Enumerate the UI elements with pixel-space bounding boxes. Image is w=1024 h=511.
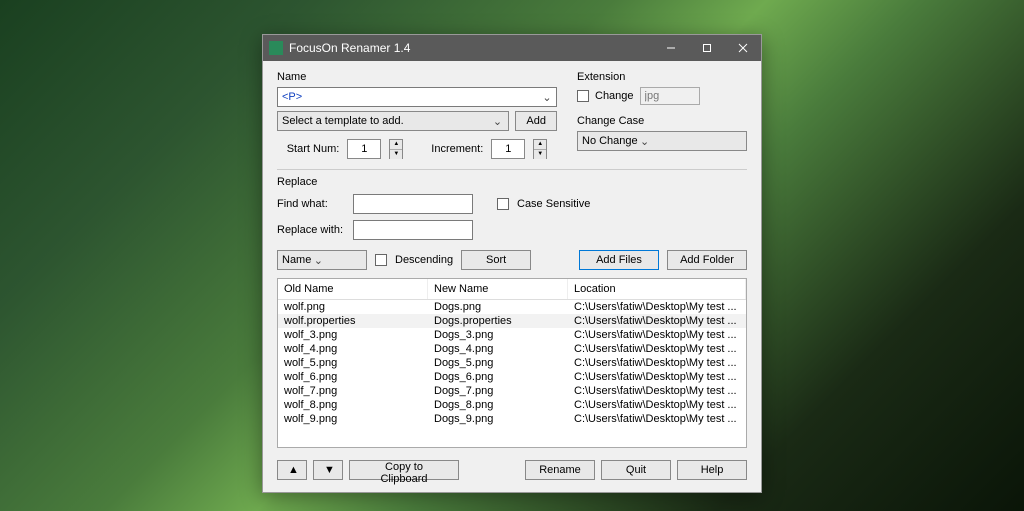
move-down-button[interactable]: ▼: [313, 460, 343, 480]
replace-label: Replace: [277, 176, 747, 188]
close-button[interactable]: [725, 35, 761, 61]
cell-old: wolf.png: [278, 300, 428, 314]
cell-loc: C:\Users\fatiw\Desktop\My test ...: [568, 370, 746, 384]
increment-spinner[interactable]: ▲▼: [533, 139, 547, 159]
chevron-down-icon: ⌄: [311, 254, 325, 267]
separator: [277, 169, 747, 170]
template-select[interactable]: Select a template to add. ⌄: [277, 111, 509, 131]
cell-loc: C:\Users\fatiw\Desktop\My test ...: [568, 300, 746, 314]
add-files-button[interactable]: Add Files: [579, 250, 659, 270]
increment-input[interactable]: [491, 139, 525, 159]
sort-by-select[interactable]: Name ⌄: [277, 250, 367, 270]
col-new-name[interactable]: New Name: [428, 279, 568, 299]
file-list[interactable]: Old Name New Name Location wolf.pngDogs.…: [277, 278, 747, 448]
cell-old: wolf_9.png: [278, 412, 428, 426]
cell-loc: C:\Users\fatiw\Desktop\My test ...: [568, 342, 746, 356]
cell-old: wolf_3.png: [278, 328, 428, 342]
replace-with-input[interactable]: [353, 220, 473, 240]
start-num-label: Start Num:: [287, 143, 340, 155]
col-old-name[interactable]: Old Name: [278, 279, 428, 299]
cell-new: Dogs_7.png: [428, 384, 568, 398]
cell-new: Dogs.png: [428, 300, 568, 314]
start-num-spinner[interactable]: ▲▼: [389, 139, 403, 159]
app-window: FocusOn Renamer 1.4 Name <P> ⌄ Select a …: [262, 34, 762, 493]
content-area: Name <P> ⌄ Select a template to add. ⌄ A…: [263, 61, 761, 492]
change-case-select[interactable]: No Change ⌄: [577, 131, 747, 151]
case-sensitive-label: Case Sensitive: [517, 198, 590, 210]
change-case-value: No Change: [582, 135, 638, 147]
cell-new: Dogs_4.png: [428, 342, 568, 356]
rename-button[interactable]: Rename: [525, 460, 595, 480]
app-icon: [269, 41, 283, 55]
cell-old: wolf.properties: [278, 314, 428, 328]
cell-old: wolf_8.png: [278, 398, 428, 412]
table-row[interactable]: wolf_6.pngDogs_6.pngC:\Users\fatiw\Deskt…: [278, 370, 746, 384]
table-row[interactable]: wolf_8.pngDogs_8.pngC:\Users\fatiw\Deskt…: [278, 398, 746, 412]
chevron-down-icon[interactable]: ⌄: [540, 91, 554, 104]
table-row[interactable]: wolf.propertiesDogs.propertiesC:\Users\f…: [278, 314, 746, 328]
cell-loc: C:\Users\fatiw\Desktop\My test ...: [568, 356, 746, 370]
increment-label: Increment:: [431, 143, 483, 155]
table-row[interactable]: wolf.pngDogs.pngC:\Users\fatiw\Desktop\M…: [278, 300, 746, 314]
extension-label: Extension: [577, 71, 747, 83]
cell-new: Dogs_8.png: [428, 398, 568, 412]
maximize-button[interactable]: [689, 35, 725, 61]
name-value: <P>: [282, 91, 540, 103]
minimize-button[interactable]: [653, 35, 689, 61]
cell-new: Dogs_9.png: [428, 412, 568, 426]
window-controls: [653, 35, 761, 61]
name-input[interactable]: <P> ⌄: [277, 87, 557, 107]
cell-new: Dogs_3.png: [428, 328, 568, 342]
move-up-button[interactable]: ▲: [277, 460, 307, 480]
table-row[interactable]: wolf_5.pngDogs_5.pngC:\Users\fatiw\Deskt…: [278, 356, 746, 370]
start-num-input[interactable]: [347, 139, 381, 159]
cell-old: wolf_4.png: [278, 342, 428, 356]
cell-old: wolf_7.png: [278, 384, 428, 398]
titlebar[interactable]: FocusOn Renamer 1.4: [263, 35, 761, 61]
cell-loc: C:\Users\fatiw\Desktop\My test ...: [568, 328, 746, 342]
name-label: Name: [277, 71, 557, 83]
find-what-label: Find what:: [277, 198, 345, 210]
cell-old: wolf_6.png: [278, 370, 428, 384]
cell-old: wolf_5.png: [278, 356, 428, 370]
copy-clipboard-button[interactable]: Copy to Clipboard: [349, 460, 459, 480]
table-row[interactable]: wolf_9.pngDogs_9.pngC:\Users\fatiw\Deskt…: [278, 412, 746, 426]
cell-new: Dogs_6.png: [428, 370, 568, 384]
cell-loc: C:\Users\fatiw\Desktop\My test ...: [568, 398, 746, 412]
descending-checkbox[interactable]: [375, 254, 387, 266]
change-ext-label: Change: [595, 90, 634, 102]
help-button[interactable]: Help: [677, 460, 747, 480]
add-folder-button[interactable]: Add Folder: [667, 250, 747, 270]
replace-with-label: Replace with:: [277, 224, 345, 236]
change-ext-checkbox[interactable]: [577, 90, 589, 102]
col-location[interactable]: Location: [568, 279, 746, 299]
sort-button[interactable]: Sort: [461, 250, 531, 270]
cell-new: Dogs.properties: [428, 314, 568, 328]
table-row[interactable]: wolf_3.pngDogs_3.pngC:\Users\fatiw\Deskt…: [278, 328, 746, 342]
case-sensitive-checkbox[interactable]: [497, 198, 509, 210]
cell-loc: C:\Users\fatiw\Desktop\My test ...: [568, 412, 746, 426]
cell-loc: C:\Users\fatiw\Desktop\My test ...: [568, 314, 746, 328]
sort-by-value: Name: [282, 254, 311, 266]
descending-label: Descending: [395, 254, 453, 266]
table-row[interactable]: wolf_4.pngDogs_4.pngC:\Users\fatiw\Deskt…: [278, 342, 746, 356]
cell-new: Dogs_5.png: [428, 356, 568, 370]
template-placeholder: Select a template to add.: [282, 115, 490, 127]
quit-button[interactable]: Quit: [601, 460, 671, 480]
extension-input[interactable]: [640, 87, 700, 105]
list-header: Old Name New Name Location: [278, 279, 746, 300]
add-template-button[interactable]: Add: [515, 111, 557, 131]
table-row[interactable]: wolf_7.pngDogs_7.pngC:\Users\fatiw\Deskt…: [278, 384, 746, 398]
find-what-input[interactable]: [353, 194, 473, 214]
list-body: wolf.pngDogs.pngC:\Users\fatiw\Desktop\M…: [278, 300, 746, 426]
chevron-down-icon: ⌄: [490, 115, 504, 128]
chevron-down-icon: ⌄: [638, 135, 652, 148]
window-title: FocusOn Renamer 1.4: [289, 41, 653, 55]
cell-loc: C:\Users\fatiw\Desktop\My test ...: [568, 384, 746, 398]
change-case-label: Change Case: [577, 115, 747, 127]
